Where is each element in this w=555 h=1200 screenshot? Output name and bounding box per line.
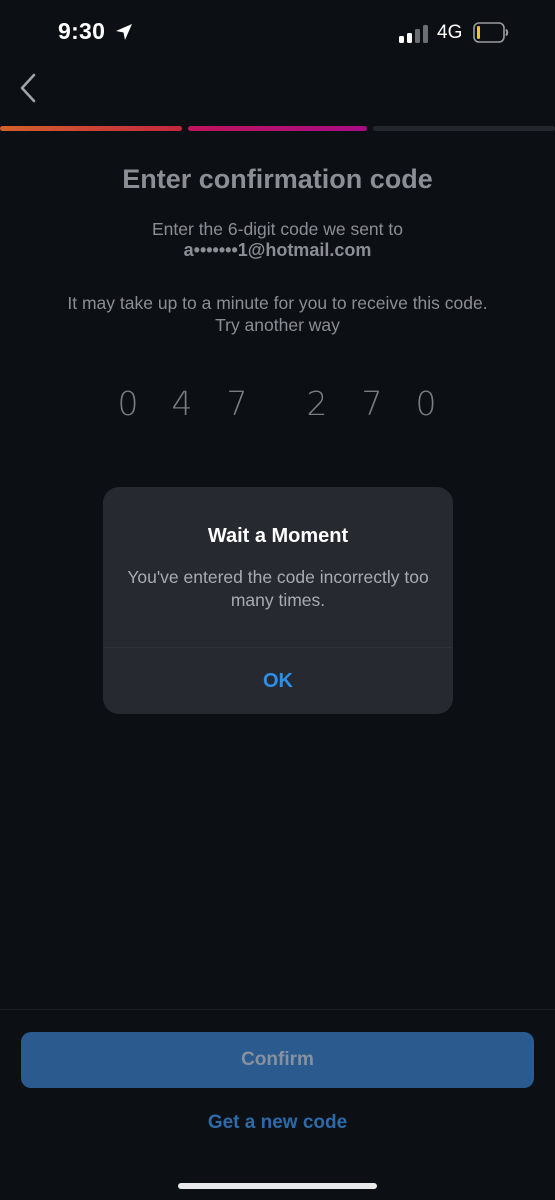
confirmation-code-screen: 9:30 4G Enter confirmation code Enter th… xyxy=(0,0,555,1200)
code-digit-4: 2 xyxy=(306,384,328,423)
progress-step-1 xyxy=(0,126,182,131)
progress-step-2 xyxy=(188,126,367,131)
footer-divider xyxy=(0,1009,555,1010)
code-digit-2: 4 xyxy=(171,384,193,423)
alert-ok-button[interactable]: OK xyxy=(103,648,453,714)
error-alert-dialog: Wait a Moment You've entered the code in… xyxy=(103,487,453,714)
network-type: 4G xyxy=(437,22,463,43)
page-title: Enter confirmation code xyxy=(122,164,433,194)
home-indicator[interactable] xyxy=(178,1183,377,1189)
status-bar: 9:30 4G xyxy=(0,0,555,68)
code-digit-3: 7 xyxy=(226,384,248,423)
location-arrow-icon xyxy=(116,24,132,40)
code-digit-1: 0 xyxy=(117,384,139,423)
code-sent-text: Enter the 6-digit code we sent to xyxy=(152,219,403,239)
step-progress-bar xyxy=(0,126,555,131)
alert-title: Wait a Moment xyxy=(207,525,349,547)
wait-note: It may take up to a minute for you to re… xyxy=(67,293,488,313)
masked-email: a•••••••1@hotmail.com xyxy=(183,240,372,260)
alert-message: You've entered the code incorrectly too … xyxy=(127,567,429,610)
progress-step-3 xyxy=(373,126,555,131)
try-another-way-link[interactable]: Try another way xyxy=(0,315,555,336)
code-digit-6: 0 xyxy=(415,384,437,423)
get-new-code-link[interactable]: Get a new code xyxy=(0,1112,555,1134)
back-button[interactable] xyxy=(12,68,44,108)
code-digit-5: 7 xyxy=(361,384,383,423)
confirm-button[interactable]: Confirm xyxy=(21,1032,534,1088)
status-time: 9:30 xyxy=(58,18,106,44)
cellular-signal-icon xyxy=(399,23,429,43)
chevron-left-icon xyxy=(20,73,36,103)
battery-low-icon xyxy=(473,22,509,43)
code-input[interactable]: 0 4 7 2 7 0 xyxy=(0,384,555,428)
